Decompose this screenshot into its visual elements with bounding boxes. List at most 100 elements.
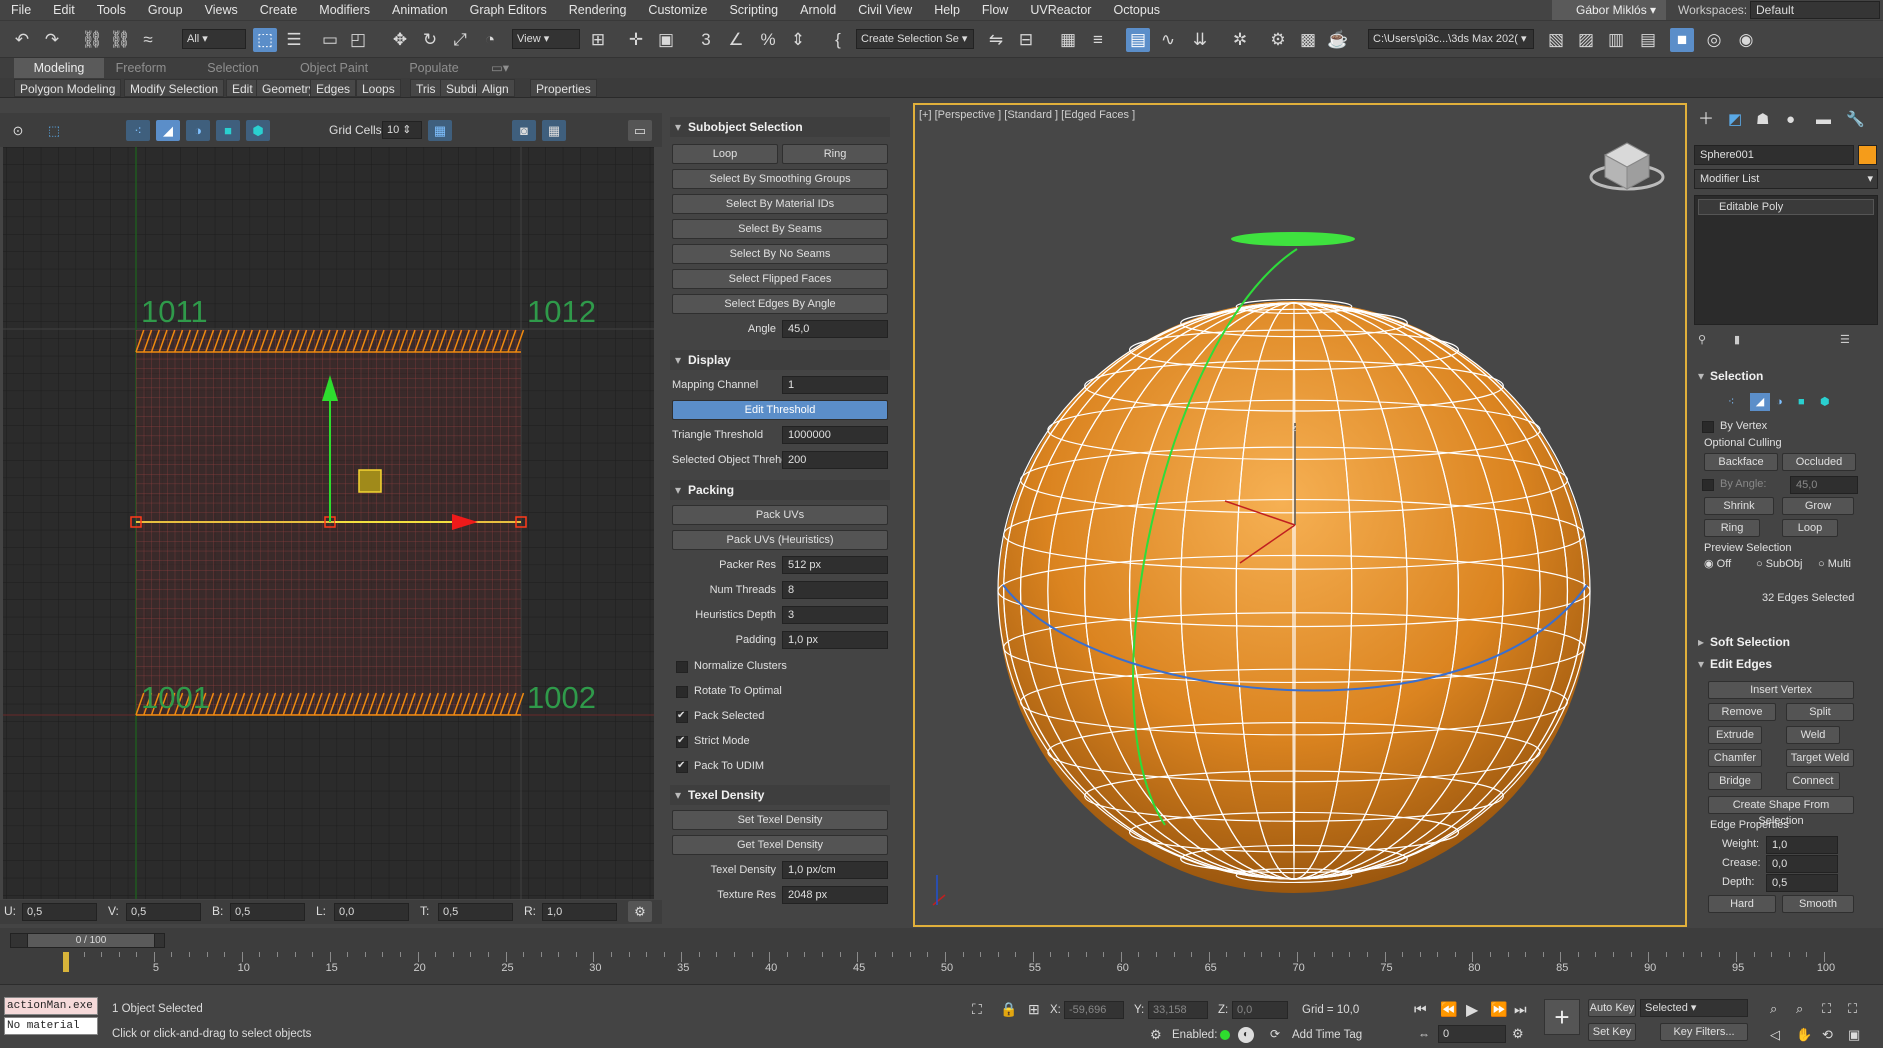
padding-input[interactable]: 1,0 px [782,631,888,649]
extrude-button[interactable]: Extrude [1708,726,1762,744]
save-icon[interactable]: ■ [1670,28,1694,52]
selected-object-threshold-input[interactable]: 200 [782,451,888,469]
ribbon-modify-selection[interactable]: Modify Selection [124,79,225,97]
menu-modifiers[interactable]: Modifiers [308,0,381,20]
remove-button[interactable]: Remove [1708,703,1776,721]
uv-field-input[interactable]: 0,5 [438,903,513,921]
polygon-mode-icon[interactable]: ■ [1798,393,1805,411]
script-icon[interactable]: ◎ [1702,28,1726,52]
selection-rollout[interactable]: Selection [1694,367,1874,385]
ribbon-edit[interactable]: Edit [226,79,259,97]
ring-button[interactable]: Ring [782,144,888,164]
selection-lock-icon[interactable]: 🔒 [1000,1001,1017,1018]
uv-panel-toggle-icon[interactable]: ▭ [628,120,652,141]
subobject-selection-rollout[interactable]: Subobject Selection [670,117,890,137]
y-coordinate-input[interactable]: 33,158 [1148,1001,1208,1019]
modify-tab-icon[interactable]: ◩ [1728,111,1742,129]
configure-sets-icon[interactable]: ☰ [1840,331,1850,349]
key-set-dropdown[interactable]: Selected ▾ [1640,999,1748,1017]
menu-civil-view[interactable]: Civil View [847,0,923,20]
named-selection-dropdown[interactable]: Create Selection Se ▾ [856,29,974,49]
window-crossing-icon[interactable]: ◰ [346,28,370,52]
strict-mode-checkbox[interactable]: Strict Mode [670,731,750,751]
by-vertex-checkbox[interactable]: By Vertex [1696,416,1767,436]
open-scene-icon[interactable]: ▨ [1574,28,1598,52]
viewcube-icon[interactable] [1589,142,1665,191]
menu-file[interactable]: File [0,0,42,20]
modifier-stack[interactable]: Editable Poly [1694,195,1878,325]
spinner-snap-icon[interactable]: ⇕ [786,28,810,52]
rendered-frame-icon[interactable]: ▩ [1296,28,1320,52]
element-mode-icon[interactable]: ⬢ [1820,393,1830,411]
pack-uvs-button[interactable]: Pack UVs [672,505,888,525]
menu-help[interactable]: Help [923,0,971,20]
uv-field-input[interactable]: 1,0 [542,903,617,921]
tab-populate[interactable]: Populate [400,58,468,78]
x-coordinate-input[interactable]: -59,696 [1064,1001,1124,1019]
display-tab-icon[interactable]: ▬ [1816,111,1831,129]
zoom-icon[interactable]: ⌕ [1770,1001,1777,1017]
motion-tab-icon[interactable]: ● [1786,111,1795,129]
menu-octopus[interactable]: Octopus [1102,0,1171,20]
current-time-marker[interactable] [63,952,69,972]
crease-input[interactable]: 0,0 [1766,855,1838,873]
grid-cells-input[interactable]: 10 ⇕ [382,121,422,139]
key-mode-icon[interactable]: ⇔ [1418,1027,1430,1041]
pan-view-icon[interactable]: ✋ [1796,1027,1812,1043]
uv-edge-mode-icon[interactable]: ◢ [156,120,180,141]
tab-object-paint[interactable]: Object Paint [290,58,378,78]
orbit-icon[interactable]: ⟲ [1822,1027,1833,1043]
pin-stack-icon[interactable]: ⚲ [1698,331,1706,349]
triangle-threshold-input[interactable]: 1000000 [782,426,888,444]
menu-rendering[interactable]: Rendering [558,0,638,20]
menu-views[interactable]: Views [194,0,249,20]
menu-scripting[interactable]: Scripting [718,0,789,20]
menu-group[interactable]: Group [137,0,194,20]
project-folder-icon[interactable]: ▧ [1544,28,1568,52]
set-key-big-icon[interactable]: + [1544,999,1580,1035]
grow-button[interactable]: Grow [1782,497,1854,515]
by-angle-input[interactable]: 45,0 [1790,476,1858,494]
texel-density-rollout[interactable]: Texel Density [670,785,890,805]
uv-field-input[interactable]: 0,5 [22,903,97,921]
isolate-selection-icon[interactable]: ⛶ [972,1001,982,1018]
border-mode-icon[interactable]: ◑ [1776,393,1783,411]
uv-options-icon[interactable]: ⊙ [6,120,30,141]
unlink-icon[interactable]: ⛓ [108,28,132,52]
select-by-material-ids-button[interactable]: Select By Material IDs [672,194,888,214]
edge-mode-icon[interactable]: ◢ [1750,393,1770,411]
angle-snap-icon[interactable]: ∠ [724,28,748,52]
uv-field-input[interactable]: 0,5 [126,903,201,921]
ring-button-cmd[interactable]: Ring [1704,519,1760,537]
tab-modeling[interactable]: Modeling [14,58,104,78]
grid-snap-icon[interactable]: ▦ [428,120,452,141]
menu-uvreactor[interactable]: UVReactor [1019,0,1102,20]
undo-icon[interactable]: ↶ [10,28,34,52]
bridge-button[interactable]: Bridge [1708,772,1762,790]
uv-pan-icon[interactable]: ◙ [512,120,536,141]
select-by-smoothing-groups-button[interactable]: Select By Smoothing Groups [672,169,888,189]
keyboard-shortcut-icon[interactable]: ▣ [654,28,678,52]
ribbon-tris[interactable]: Tris [410,79,442,97]
zoom-extents-icon[interactable]: ⛶ [1822,1001,1831,1017]
time-tag-icon[interactable]: ◐ [1238,1027,1254,1043]
enabled-indicator-icon[interactable] [1220,1030,1230,1040]
bind-spacewarp-icon[interactable]: ≈ [136,28,160,52]
layer-explorer-icon[interactable]: ≡ [1086,28,1110,52]
previous-frame-icon[interactable]: ⏪ [1440,1001,1457,1018]
uv-face-mode-icon[interactable]: ■ [216,120,240,141]
menu-graph-editors[interactable]: Graph Editors [459,0,558,20]
object-color-swatch[interactable] [1858,145,1877,165]
snaps-toggle-icon[interactable]: 3 [694,28,718,52]
perspective-viewport[interactable]: z [913,103,1687,927]
render-setup-icon[interactable]: ⚙ [1266,28,1290,52]
save-scene-icon[interactable]: ▥ [1604,28,1628,52]
depth-input[interactable]: 0,5 [1766,874,1838,892]
connect-button[interactable]: Connect [1786,772,1840,790]
field-of-view-icon[interactable]: ◁ [1770,1027,1780,1043]
smooth-button[interactable]: Smooth [1782,895,1854,913]
select-by-name-icon[interactable]: ☰ [282,28,306,52]
next-frame-icon[interactable]: ⏩ [1490,1001,1507,1018]
create-tab-icon[interactable]: ＋ [1698,111,1714,129]
ribbon-toggle-icon[interactable]: ▤ [1126,28,1150,52]
